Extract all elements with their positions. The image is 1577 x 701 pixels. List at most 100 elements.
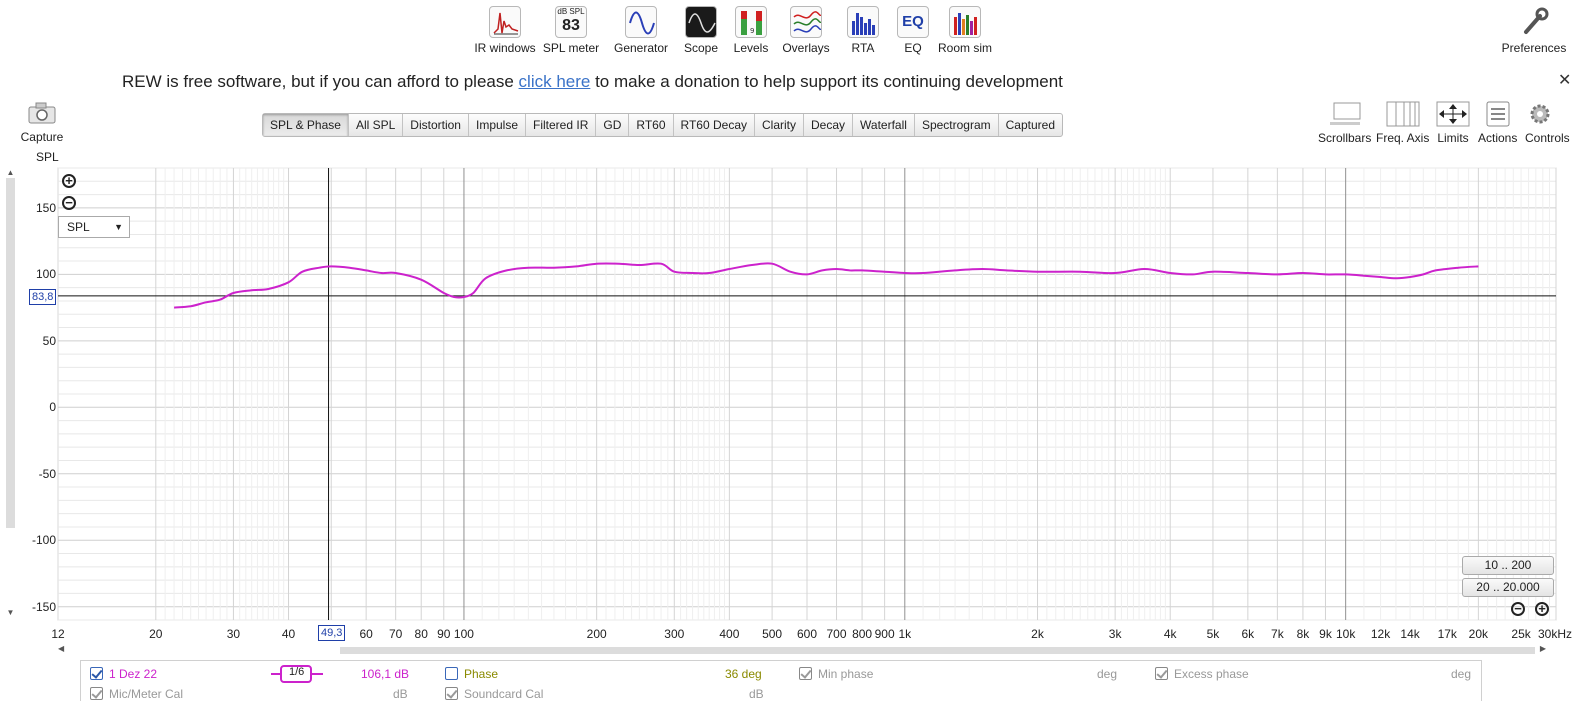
- eq-icon: EQ: [897, 6, 929, 38]
- scroll-right-icon[interactable]: ▶: [1540, 644, 1546, 653]
- actions-icon: [1481, 101, 1515, 127]
- smoothing-indicator[interactable]: 1/6: [271, 665, 323, 686]
- tab-decay[interactable]: Decay: [804, 114, 854, 136]
- x-tick-label: 30kHz: [1538, 627, 1573, 641]
- scrollbar-thumb[interactable]: [6, 178, 15, 528]
- sine-wave-icon: [625, 6, 657, 38]
- checkbox-icon: [90, 667, 103, 680]
- x-tick-label: 5k: [1206, 627, 1220, 641]
- checkbox-icon: [445, 687, 458, 700]
- ir-windows-icon: [489, 6, 521, 38]
- graph-type-select[interactable]: SPL ▼: [58, 216, 130, 238]
- x-tick-label: 9k: [1319, 627, 1332, 641]
- y-tick-label: -150: [31, 599, 56, 614]
- close-banner-icon[interactable]: ✕: [1558, 70, 1571, 90]
- scroll-up-icon[interactable]: ▲: [5, 168, 16, 178]
- x-tick-label: 30: [226, 627, 241, 641]
- tab-captured[interactable]: Captured: [999, 114, 1062, 136]
- chevron-down-icon: ▼: [114, 222, 123, 232]
- x-tick-label: 100: [453, 627, 474, 641]
- graph-tabs: SPL & Phase All SPL Distortion Impulse F…: [262, 113, 1064, 137]
- wrench-icon: [1518, 6, 1550, 38]
- range-20-20000-button[interactable]: 20 .. 20.000: [1462, 578, 1554, 597]
- x-tick-label: 17k: [1437, 627, 1457, 641]
- x-tick-label: 800: [852, 627, 873, 641]
- x-tick-label: 60: [359, 627, 373, 641]
- x-tick-label: 12: [51, 627, 65, 641]
- tab-rt60[interactable]: RT60: [629, 114, 674, 136]
- room-sim-button[interactable]: Room sim: [928, 6, 1002, 55]
- x-zoom-out-icon[interactable]: −: [1511, 602, 1525, 616]
- spl-meter-button[interactable]: dB SPL 83 SPL meter: [534, 6, 608, 55]
- rta-bars-icon: [847, 6, 879, 38]
- scroll-left-icon[interactable]: ◀: [58, 644, 64, 653]
- x-tick-label: 3k: [1108, 627, 1122, 641]
- capture-button[interactable]: Capture: [18, 102, 66, 144]
- x-tick-label: 900: [874, 627, 895, 641]
- scroll-down-icon[interactable]: ▼: [5, 608, 16, 617]
- controls-button[interactable]: Controls: [1525, 101, 1570, 145]
- chart-grid: [57, 167, 1557, 621]
- tab-impulse[interactable]: Impulse: [469, 114, 527, 136]
- tab-gd[interactable]: GD: [596, 114, 630, 136]
- levels-meter-icon: 9: [735, 6, 767, 38]
- actions-button[interactable]: Actions: [1478, 101, 1517, 145]
- limits-arrows-icon: [1436, 101, 1470, 127]
- tab-distortion[interactable]: Distortion: [403, 114, 469, 136]
- soundcard-cal-checkbox[interactable]: Soundcard Cal: [445, 687, 543, 701]
- spl-trace-line: [174, 262, 1479, 309]
- measurement-checkbox[interactable]: 1 Dez 22: [90, 667, 157, 681]
- hscroll-thumb[interactable]: [340, 647, 1535, 654]
- svg-text:9: 9: [750, 27, 754, 35]
- zoom-out-icon[interactable]: −: [62, 196, 76, 210]
- y-tick-label: -100: [31, 533, 56, 548]
- y-tick-label: -50: [38, 466, 56, 481]
- camera-icon: [27, 102, 57, 124]
- measurement-legend: 1 Dez 22 1/6 106,1 dB Phase 36 deg Min p…: [80, 660, 1482, 701]
- x-tick-label: 500: [762, 627, 783, 641]
- donation-link[interactable]: click here: [519, 72, 591, 91]
- x-tick-label: 6k: [1241, 627, 1255, 641]
- range-10-200-button[interactable]: 10 .. 200: [1462, 556, 1554, 575]
- x-zoom-in-icon[interactable]: +: [1535, 602, 1549, 616]
- x-tick-label: 70: [388, 627, 403, 641]
- scope-icon: [685, 6, 717, 38]
- ir-windows-button[interactable]: IR windows: [468, 6, 542, 55]
- scrollbars-icon: [1328, 101, 1362, 127]
- horizontal-scrollbar[interactable]: ◀ ▶: [58, 644, 1556, 655]
- x-tick-label: 20k: [1468, 627, 1489, 641]
- phase-checkbox[interactable]: Phase: [445, 667, 498, 681]
- zoom-in-icon[interactable]: +: [62, 174, 76, 188]
- tab-spl-phase[interactable]: SPL & Phase: [263, 114, 349, 136]
- gear-icon: [1525, 101, 1559, 127]
- x-tick-label: 600: [796, 627, 818, 641]
- x-tick-label: 300: [664, 627, 685, 641]
- tab-all-spl[interactable]: All SPL: [349, 114, 404, 136]
- x-tick-label: 200: [586, 627, 607, 641]
- checkbox-icon: [90, 687, 103, 700]
- tab-rt60-decay[interactable]: RT60 Decay: [674, 114, 755, 136]
- excess-phase-checkbox[interactable]: Excess phase: [1155, 667, 1249, 681]
- plot-frame: [57, 167, 1557, 621]
- scrollbars-button[interactable]: Scrollbars: [1318, 101, 1371, 145]
- vertical-scrollbar[interactable]: ▲ ▼: [5, 168, 16, 620]
- tab-clarity[interactable]: Clarity: [755, 114, 805, 136]
- overlays-icon: [790, 6, 822, 38]
- x-tick-label: 4k: [1163, 627, 1177, 641]
- mic-cal-checkbox[interactable]: Mic/Meter Cal: [90, 687, 183, 701]
- tab-waterfall[interactable]: Waterfall: [853, 114, 915, 136]
- freq-axis-icon: [1386, 101, 1420, 127]
- tab-filtered-ir[interactable]: Filtered IR: [526, 114, 597, 136]
- x-tick-label: 400: [719, 627, 740, 641]
- preferences-button[interactable]: Preferences: [1496, 6, 1572, 55]
- min-phase-checkbox[interactable]: Min phase: [799, 667, 873, 681]
- y-tick-label: 100: [35, 267, 56, 282]
- x-tick-label: 8k: [1296, 627, 1310, 641]
- x-tick-label: 40: [281, 627, 296, 641]
- x-tick-label: 25k: [1511, 627, 1531, 641]
- freq-axis-button[interactable]: Freq. Axis: [1376, 101, 1429, 145]
- tab-spectrogram[interactable]: Spectrogram: [915, 114, 999, 136]
- limits-button[interactable]: Limits: [1436, 101, 1470, 145]
- x-tick-label: 14k: [1400, 627, 1420, 641]
- y-tick-label: 150: [35, 200, 56, 215]
